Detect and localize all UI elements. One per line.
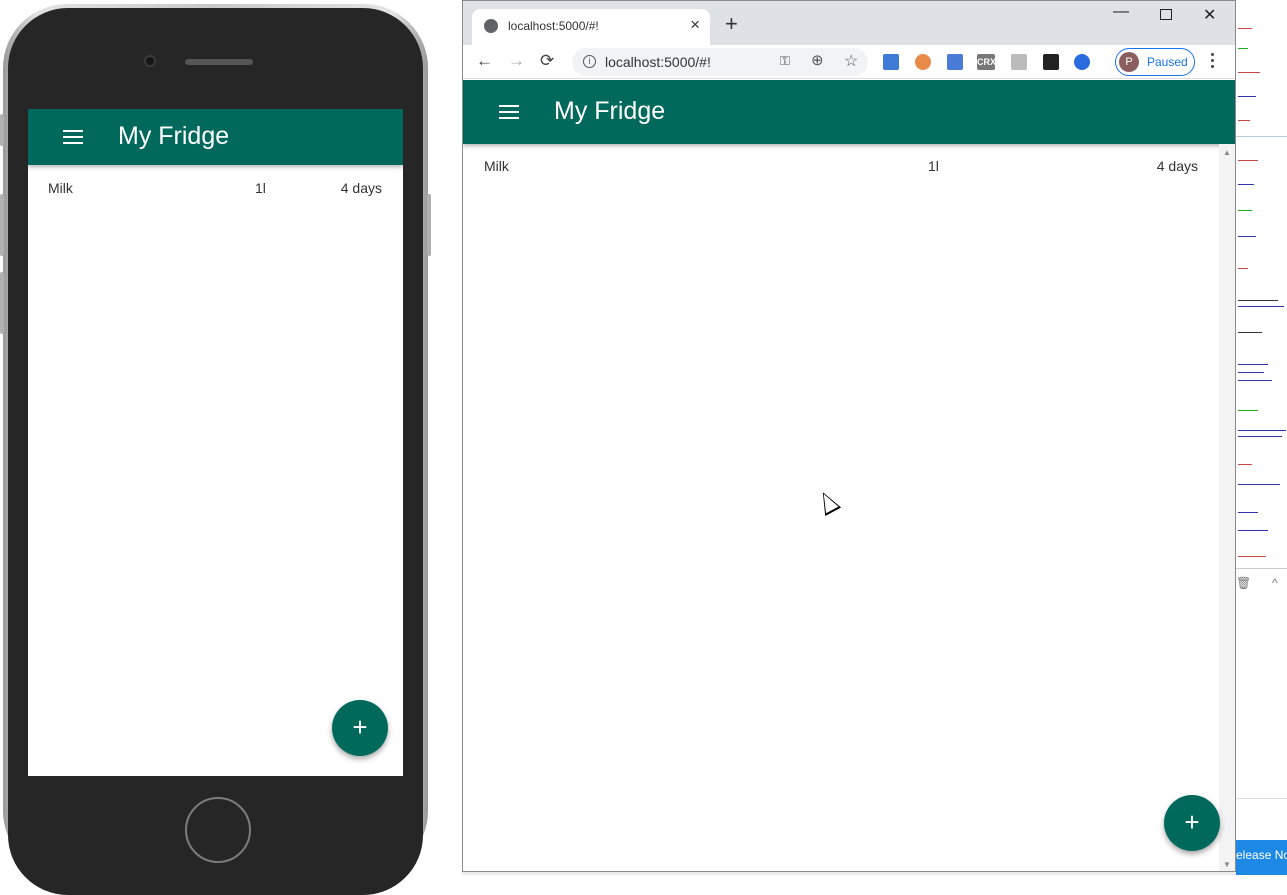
code-line — [1236, 136, 1287, 137]
cube-extension-icon[interactable] — [1043, 54, 1059, 70]
browser-toolbar: ← → ⟳ i localhost:5000/#! ⚿ ⊕ ☆ CRX P Pa… — [463, 45, 1235, 79]
forward-icon[interactable]: → — [508, 51, 525, 71]
code-line — [1238, 72, 1260, 73]
menu-icon[interactable] — [499, 105, 519, 119]
page-viewport: My Fridge Milk 1l 4 days ▲ ▼ + — [463, 80, 1235, 871]
extension-icon[interactable] — [915, 54, 931, 70]
extension-icon[interactable] — [883, 54, 899, 70]
phone-speaker — [185, 59, 253, 65]
background-editor: 🗑 ^ elease Not — [1236, 0, 1287, 875]
star-icon[interactable]: ☆ — [844, 51, 858, 71]
globe-icon — [484, 19, 498, 33]
code-line — [1238, 300, 1278, 301]
app-title: My Fridge — [554, 97, 666, 125]
phone-side-button — [427, 194, 431, 256]
code-line — [1238, 530, 1268, 531]
release-notes-button[interactable]: elease Not — [1236, 840, 1287, 875]
code-line — [1238, 556, 1266, 557]
phone-home-button[interactable] — [185, 797, 251, 863]
new-tab-button[interactable]: + — [725, 13, 738, 35]
code-line — [1238, 372, 1264, 373]
app-bar: My Fridge — [463, 80, 1235, 144]
extension-icon[interactable] — [947, 54, 963, 70]
code-line — [1238, 160, 1258, 161]
code-line — [1238, 332, 1262, 333]
chevron-up-icon[interactable]: ^ — [1272, 576, 1278, 590]
kebab-menu-icon[interactable] — [1211, 53, 1215, 71]
code-line — [1238, 306, 1284, 307]
minimize-button[interactable]: — — [1113, 3, 1129, 21]
tab-title: localhost:5000/#! — [508, 19, 599, 33]
phone-side-button — [0, 114, 4, 146]
add-item-button[interactable]: + — [1164, 795, 1220, 851]
code-line — [1238, 436, 1282, 437]
code-line — [1238, 48, 1248, 49]
scroll-up-arrow[interactable]: ▲ — [1223, 148, 1231, 157]
item-name: Milk — [48, 180, 73, 196]
key-icon[interactable]: ⚿ — [780, 53, 790, 69]
maximize-button[interactable] — [1160, 9, 1172, 20]
menu-icon[interactable] — [63, 130, 83, 144]
info-icon[interactable]: i — [583, 55, 596, 68]
close-icon[interactable]: × — [690, 15, 700, 35]
phone-screen: My Fridge Milk 1l 4 days + — [28, 109, 403, 776]
phone-app-title: My Fridge — [118, 122, 230, 150]
code-line — [1238, 364, 1268, 365]
tab-strip: localhost:5000/#! × + — ✕ — [463, 1, 1235, 45]
code-line — [1238, 96, 1256, 97]
code-line — [1238, 512, 1258, 513]
address-bar[interactable]: i localhost:5000/#! ⚿ ⊕ ☆ — [572, 48, 868, 76]
extension-icon[interactable] — [1074, 54, 1090, 70]
item-quantity: 1l — [255, 180, 266, 196]
item-name: Milk — [484, 158, 509, 174]
item-quantity: 1l — [928, 158, 939, 174]
zoom-icon[interactable]: ⊕ — [811, 51, 824, 69]
add-item-button[interactable]: + — [332, 700, 388, 756]
code-line — [1238, 430, 1286, 431]
code-line — [1238, 120, 1250, 121]
code-line — [1238, 184, 1254, 185]
code-line — [1238, 464, 1252, 465]
code-line — [1238, 210, 1252, 211]
phone-side-button — [0, 194, 4, 256]
crx-extension-icon[interactable]: CRX — [977, 54, 996, 70]
phone-app-bar: My Fridge — [28, 109, 403, 165]
list-item[interactable]: Milk 1l 4 days — [463, 154, 1219, 178]
phone-camera — [144, 55, 156, 67]
code-line — [1236, 568, 1287, 569]
url-text[interactable]: localhost:5000/#! — [605, 54, 711, 70]
profile-button[interactable]: P Paused — [1115, 48, 1195, 76]
list-item[interactable]: Milk 1l 4 days — [28, 177, 403, 201]
code-line — [1238, 236, 1256, 237]
item-expiry: 4 days — [340, 180, 382, 196]
code-line — [1238, 380, 1272, 381]
scroll-down-arrow[interactable]: ▼ — [1223, 860, 1231, 869]
extension-icon[interactable] — [1011, 54, 1027, 70]
close-window-button[interactable]: ✕ — [1203, 5, 1216, 25]
browser-window: localhost:5000/#! × + — ✕ ← → ⟳ i localh… — [462, 0, 1236, 872]
trash-icon[interactable]: 🗑 — [1236, 576, 1251, 590]
browser-tab[interactable]: localhost:5000/#! × — [472, 9, 710, 45]
scrollbar[interactable]: ▲ ▼ — [1219, 144, 1235, 871]
reload-icon[interactable]: ⟳ — [540, 51, 554, 71]
divider — [1236, 798, 1287, 799]
code-line — [1238, 410, 1258, 411]
item-expiry: 4 days — [1156, 158, 1198, 174]
code-line — [1238, 484, 1280, 485]
back-icon[interactable]: ← — [476, 51, 493, 71]
profile-status: Paused — [1147, 55, 1188, 69]
code-line — [1238, 268, 1248, 269]
phone-side-button — [0, 272, 4, 334]
avatar: P — [1119, 52, 1139, 72]
code-line — [1238, 28, 1252, 29]
